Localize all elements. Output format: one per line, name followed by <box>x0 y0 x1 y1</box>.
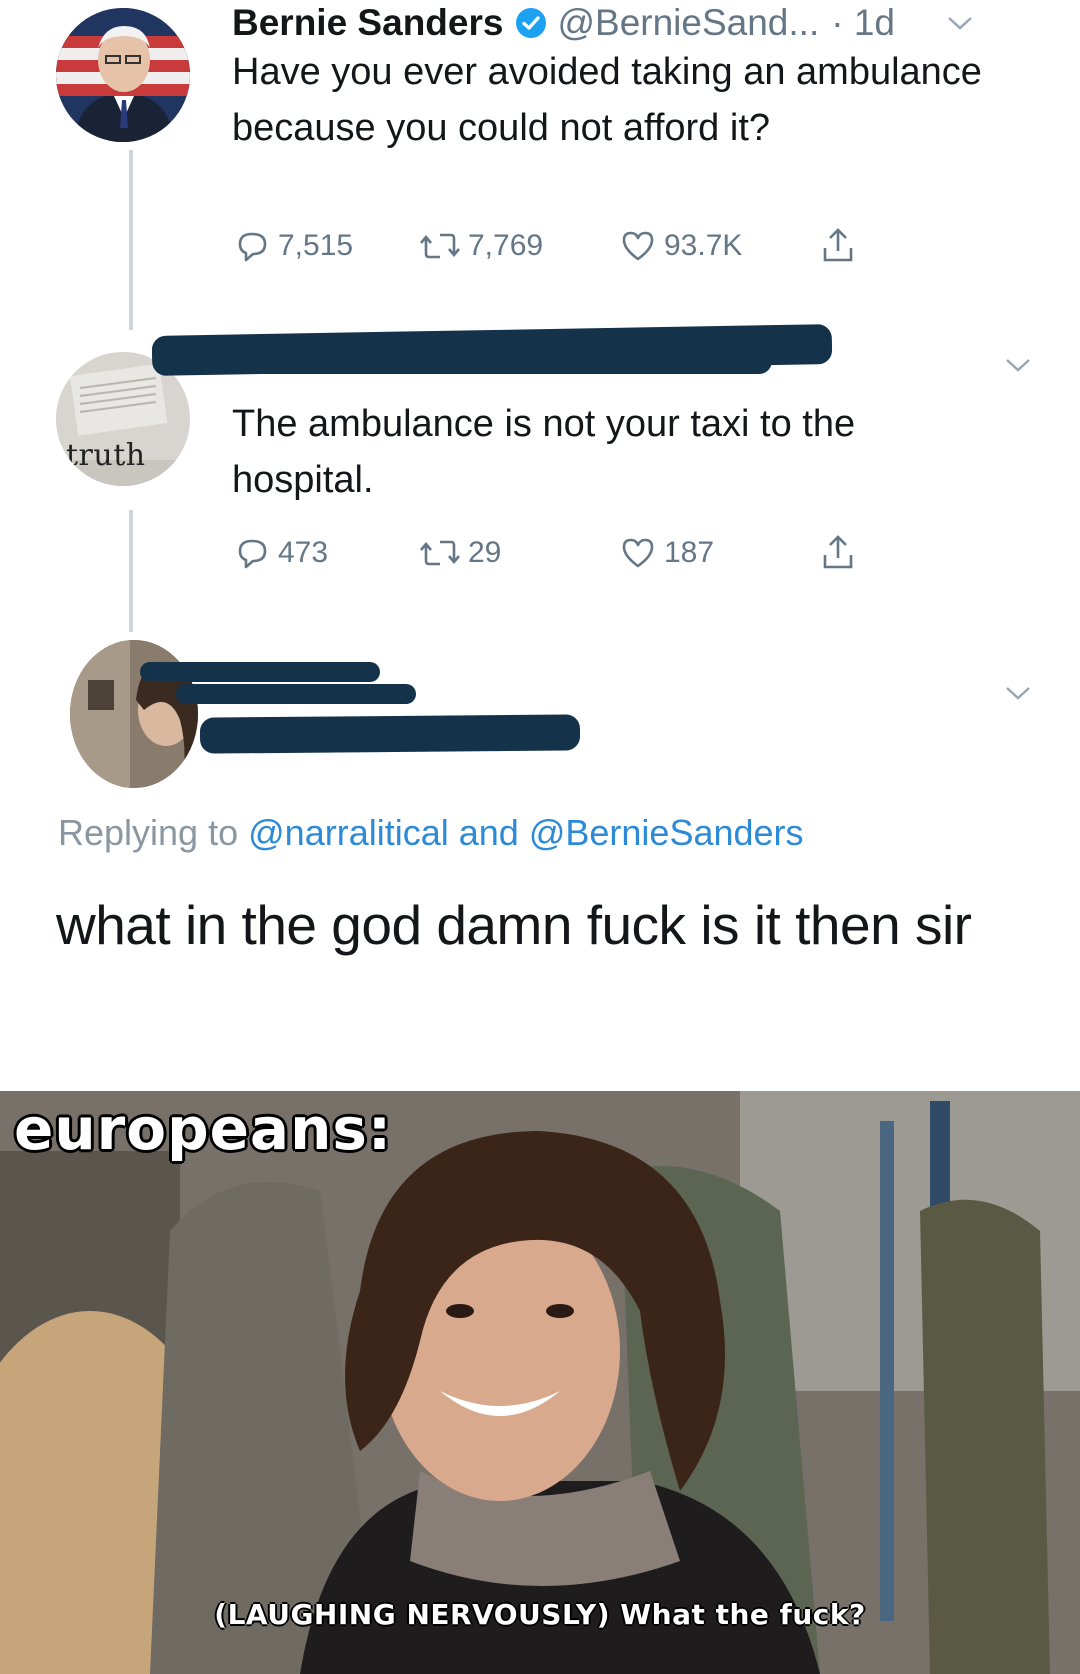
tweet-actions: 7,515 7,769 93.7K <box>232 226 912 266</box>
thread-line <box>129 510 133 632</box>
like-count: 93.7K <box>664 229 743 262</box>
reply-count: 7,515 <box>278 229 354 262</box>
replying-prefix: Replying to <box>58 812 239 853</box>
redacted-display-name-2 <box>176 684 416 704</box>
chevron-down-icon[interactable] <box>1004 356 1032 374</box>
mention-link[interactable]: @narralitical <box>248 812 449 853</box>
meme-image: europeans: (LAUGHING NERVOUSLY) What the… <box>0 1091 1080 1674</box>
share-icon <box>823 228 853 262</box>
redacted-handle <box>199 714 581 754</box>
retweet-icon <box>420 540 460 566</box>
like-button[interactable]: 93.7K <box>618 226 742 266</box>
retweet-button[interactable]: 7,769 <box>418 226 543 266</box>
tweet-actions: 473 29 187 <box>232 533 912 573</box>
reply-count: 473 <box>278 536 329 569</box>
share-icon <box>823 535 853 569</box>
retweet-count: 29 <box>468 536 502 569</box>
reply-button[interactable]: 7,515 <box>232 226 353 266</box>
tweet-text: Have you ever avoided taking an ambulanc… <box>232 51 982 149</box>
display-name[interactable]: Bernie Sanders <box>232 2 503 44</box>
thread-line <box>129 150 133 330</box>
share-button[interactable] <box>818 226 864 266</box>
like-button[interactable]: 187 <box>618 533 714 573</box>
share-button[interactable] <box>818 533 864 573</box>
chevron-down-icon[interactable] <box>946 14 974 32</box>
verified-badge-icon <box>516 8 547 38</box>
avatar-word: truth <box>66 438 146 473</box>
reply-icon <box>238 539 267 569</box>
retweet-icon <box>420 233 460 259</box>
retweet-count: 7,769 <box>468 229 544 262</box>
reply-button[interactable]: 473 <box>232 533 328 573</box>
heart-icon <box>622 231 654 261</box>
tweet-text: what in the god damn fuck is it then sir <box>56 894 972 956</box>
tweet-header: Bernie Sanders @BernieSand... · 1d <box>232 2 895 44</box>
scene-illustration <box>0 1091 1080 1674</box>
replying-and: and <box>458 812 519 853</box>
mention-link[interactable]: @BernieSanders <box>529 812 804 853</box>
bernie-avatar[interactable] <box>56 8 190 142</box>
avatar-image <box>56 8 190 142</box>
retweet-button[interactable]: 29 <box>418 533 501 573</box>
tweet-text: The ambulance is not your taxi to the ho… <box>232 403 856 501</box>
heart-icon <box>622 538 654 568</box>
chevron-down-icon[interactable] <box>1004 684 1032 702</box>
like-count: 187 <box>664 536 715 569</box>
meme-caption: europeans: <box>14 1095 393 1163</box>
movie-subtitle: (LAUGHING NERVOUSLY) What the fuck? <box>214 1598 866 1631</box>
redacted-display-name <box>140 662 380 682</box>
user-handle[interactable]: @BernieSand... <box>557 2 819 44</box>
replying-to: Replying to @narralitical and @BernieSan… <box>58 812 804 854</box>
redacted-username-stroke <box>212 348 772 374</box>
timestamp[interactable]: · 1d <box>831 2 895 44</box>
reply-icon <box>238 232 267 262</box>
